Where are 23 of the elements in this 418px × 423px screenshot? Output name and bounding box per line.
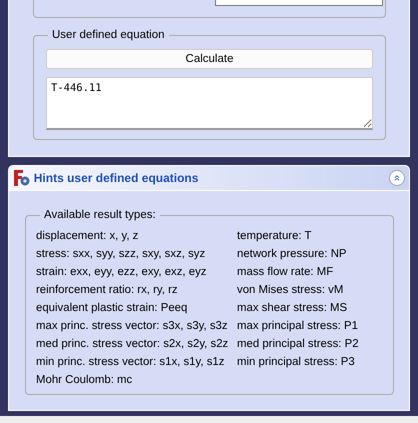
result-type-text: reinforcement ratio: rx, ry, rz (36, 283, 179, 298)
result-type-text: network pressure: NP (237, 247, 348, 262)
result-type-text: max princ. stress vector: s3x, s3y, s3z (36, 319, 229, 334)
equation-field[interactable]: T-446.11 (46, 77, 373, 130)
result-type-text: strain: exx, eyy, ezz, exy, exz, eyz (36, 265, 208, 280)
result-type-text: max principal stress: P1 (237, 319, 359, 334)
result-type-text: von Mises stress: vM (237, 283, 344, 298)
calculate-button[interactable]: Calculate (46, 49, 373, 69)
result-type-text: stress: sxx, syy, szz, sxy, sxz, syz (36, 247, 206, 262)
result-type-text: min princ. stress vector: s1x, s1y, s1z (36, 355, 226, 370)
panel-title: Hints user defined equations (34, 170, 200, 187)
result-type-text: temperature: T (237, 229, 312, 244)
result-type-text: displacement: x, y, z (36, 229, 140, 244)
group-title: Available result types: (40, 208, 160, 222)
collapse-button[interactable]: « (389, 170, 405, 186)
group-title: User defined equation (48, 28, 169, 42)
result-type-text: max shear stress: MS (237, 301, 348, 316)
result-type-text: Mohr Coulomb: mc (36, 373, 134, 388)
result-type-text: med principal stress: P2 (237, 337, 359, 352)
result-type-text: min principal stress: P3 (237, 355, 356, 370)
result-type-text: equivalent plastic strain: Peeq (36, 301, 188, 316)
result-type-text: mass flow rate: MF (237, 265, 334, 280)
result-type-text: med princ. stress vector: s2x, s2y, s2z (36, 337, 230, 352)
